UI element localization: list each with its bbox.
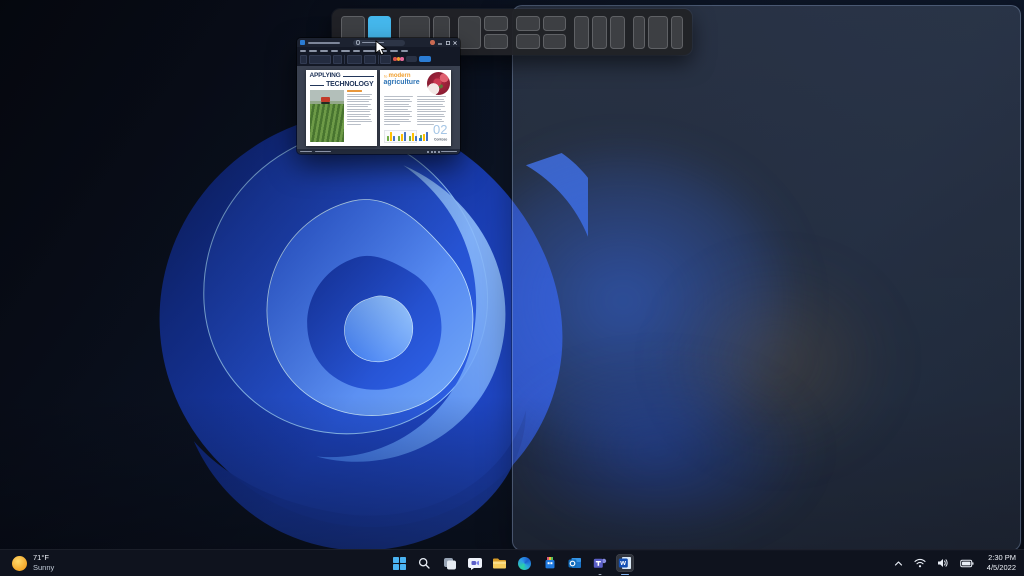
wifi-icon	[914, 558, 926, 568]
taskbar-chat-button[interactable]	[466, 554, 484, 572]
clock-time: 2:30 PM	[987, 553, 1016, 563]
taskbar-center-icons	[391, 554, 634, 572]
presence-avatar-pink	[400, 57, 404, 61]
speaker-icon	[937, 558, 949, 568]
close-icon[interactable]	[453, 41, 457, 45]
snap-cell-bottom-right-quarter[interactable]	[484, 34, 508, 49]
taskbar-word-button-active[interactable]	[616, 554, 634, 572]
clock-date: 4/5/2022	[987, 563, 1016, 573]
search-icon	[418, 557, 431, 570]
system-tray: 2:30 PM 4/5/2022	[892, 550, 1020, 576]
teams-icon	[593, 556, 607, 570]
taskbar-teams-button[interactable]	[591, 554, 609, 572]
page1-body-text	[347, 94, 374, 125]
word-icon	[618, 556, 632, 570]
document-canvas[interactable]: APPLYING TECHNOLOGY tomodern	[297, 66, 460, 149]
clock-date-button[interactable]: 2:30 PM 4/5/2022	[983, 553, 1020, 573]
snap-cell-top-left[interactable]	[516, 16, 540, 31]
taskbar-start-button[interactable]	[391, 554, 409, 572]
taskbar-task-view-button[interactable]	[441, 554, 459, 572]
task-view-icon	[443, 557, 457, 570]
snap-cell-left-third[interactable]	[574, 16, 589, 49]
berries-circle-photo	[427, 72, 450, 95]
taskbar-outlook-button[interactable]	[566, 554, 584, 572]
page1-heading-line1: APPLYING	[310, 73, 341, 80]
snap-cell-top-right-quarter[interactable]	[484, 16, 508, 31]
sunny-weather-icon	[12, 556, 27, 571]
contoso-logo-icon	[419, 138, 422, 141]
file-explorer-folder-icon	[492, 557, 507, 570]
chevron-up-icon	[894, 560, 903, 567]
weather-condition: Sunny	[33, 563, 54, 573]
teams-running-indicator	[598, 574, 601, 576]
taskbar-file-explorer-button[interactable]	[491, 554, 509, 572]
search-icon	[356, 40, 361, 45]
snap-layout-three-columns[interactable]	[574, 16, 624, 49]
minimize-icon[interactable]	[438, 41, 442, 45]
tractor	[321, 97, 330, 102]
tray-chevron-up-button[interactable]	[892, 558, 905, 569]
weather-temperature: 71°F	[33, 553, 54, 563]
tractor-field-photo	[310, 90, 344, 142]
snap-cell-narrow-right[interactable]	[671, 16, 683, 49]
mouse-cursor	[375, 40, 388, 57]
tray-wifi-button[interactable]	[912, 556, 928, 570]
contoso-logo-text: Contoso	[434, 138, 447, 141]
snap-preview-drop-zone[interactable]	[512, 5, 1021, 551]
chat-camera-icon	[468, 557, 482, 570]
page2-kicker: to	[384, 75, 387, 79]
widgets-weather-button[interactable]: 71°F Sunny	[7, 550, 59, 576]
tray-volume-button[interactable]	[935, 556, 951, 570]
account-avatar[interactable]	[430, 40, 435, 45]
taskbar-store-button[interactable]	[541, 554, 559, 572]
outlook-icon	[568, 556, 582, 570]
battery-icon	[960, 559, 974, 568]
document-page-2: tomodern agriculture 02 Contoso	[380, 70, 451, 146]
snap-cell-center-third[interactable]	[592, 16, 607, 49]
page-number: 02	[419, 124, 447, 136]
page2-column-1-text	[384, 96, 415, 126]
share-button[interactable]	[419, 56, 431, 62]
snap-layout-quadrants[interactable]	[516, 16, 566, 49]
snap-layout-half-plus-quarters[interactable]	[458, 16, 508, 49]
word-app-icon	[300, 40, 305, 45]
taskbar: 71°F Sunny	[0, 549, 1024, 576]
taskbar-search-button[interactable]	[416, 554, 434, 572]
snap-cell-wide-center[interactable]	[648, 16, 668, 49]
snap-cell-left-half[interactable]	[458, 16, 482, 49]
page2-bar-chart	[384, 130, 417, 143]
comments-button[interactable]	[406, 56, 417, 62]
document-page-1: APPLYING TECHNOLOGY	[306, 70, 377, 146]
page1-orange-subheading	[347, 90, 362, 92]
word-status-bar[interactable]	[297, 149, 460, 154]
taskbar-edge-button[interactable]	[516, 554, 534, 572]
word-active-indicator	[621, 574, 629, 576]
document-title-text	[308, 42, 340, 44]
snap-cell-narrow-left[interactable]	[633, 16, 645, 49]
microsoft-store-icon	[543, 556, 557, 570]
snap-cell-bottom-right[interactable]	[543, 34, 567, 49]
snap-cell-right-third[interactable]	[610, 16, 625, 49]
snap-cell-top-right[interactable]	[543, 16, 567, 31]
edge-browser-icon	[518, 557, 531, 570]
presence-avatar-red	[393, 57, 397, 61]
maximize-icon[interactable]	[446, 41, 450, 45]
snap-cell-bottom-left[interactable]	[516, 34, 540, 49]
snap-layout-center-priority[interactable]	[633, 16, 683, 49]
page1-heading-line2: TECHNOLOGY	[326, 81, 373, 88]
windows-logo-icon	[393, 557, 406, 570]
tray-battery-button[interactable]	[958, 557, 976, 570]
